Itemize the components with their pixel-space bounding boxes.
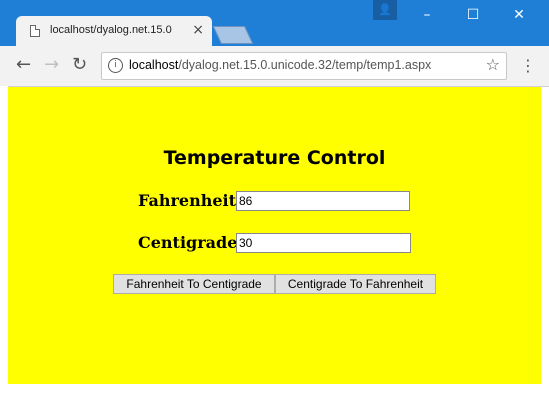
url-host: localhost <box>129 58 179 72</box>
reload-icon[interactable]: ↻ <box>72 54 87 75</box>
forward-icon[interactable]: → <box>44 54 59 75</box>
site-info-icon[interactable]: i <box>108 58 123 73</box>
url-path: /dyalog.net.15.0.unicode.32/temp/temp1.a… <box>178 58 432 72</box>
centigrade-to-fahrenheit-button[interactable]: Centigrade To Fahrenheit <box>275 274 436 294</box>
browser-menu-icon[interactable]: ⋮ <box>520 56 536 75</box>
close-window-button[interactable]: ✕ <box>496 0 542 30</box>
address-bar[interactable]: i localhost/dyalog.net.15.0.unicode.32/t… <box>101 52 507 80</box>
page-content: Temperature Control Fahrenheit: 86 Centi… <box>8 87 541 384</box>
url-text[interactable]: localhost/dyalog.net.15.0.unicode.32/tem… <box>129 58 431 72</box>
new-tab-button[interactable] <box>212 26 254 44</box>
centigrade-input[interactable]: 30 <box>236 233 411 253</box>
tab-close-icon[interactable]: × <box>192 22 204 38</box>
centigrade-label: Centigrade: <box>138 233 244 252</box>
browser-tab[interactable]: localhost/dyalog.net.15.0 × <box>16 16 212 48</box>
page-title: Temperature Control <box>163 147 386 169</box>
bookmark-star-icon[interactable]: ☆ <box>486 55 500 74</box>
window-titlebar: localhost/dyalog.net.15.0 × 👤 – ☐ ✕ <box>0 0 549 48</box>
window-frame-bottom <box>0 384 549 394</box>
tab-title: localhost/dyalog.net.15.0 <box>50 24 172 36</box>
back-icon[interactable]: ← <box>16 54 31 75</box>
minimize-button[interactable]: – <box>404 0 450 30</box>
profile-icon[interactable]: 👤 <box>373 0 397 20</box>
fahrenheit-label: Fahrenheit: <box>138 191 242 210</box>
page-icon <box>30 25 40 37</box>
maximize-button[interactable]: ☐ <box>450 0 496 30</box>
fahrenheit-to-centigrade-button[interactable]: Fahrenheit To Centigrade <box>113 274 275 294</box>
browser-toolbar: ← → ↻ i localhost/dyalog.net.15.0.unicod… <box>0 46 549 87</box>
fahrenheit-input[interactable]: 86 <box>236 191 410 211</box>
window-frame-left <box>0 86 8 386</box>
